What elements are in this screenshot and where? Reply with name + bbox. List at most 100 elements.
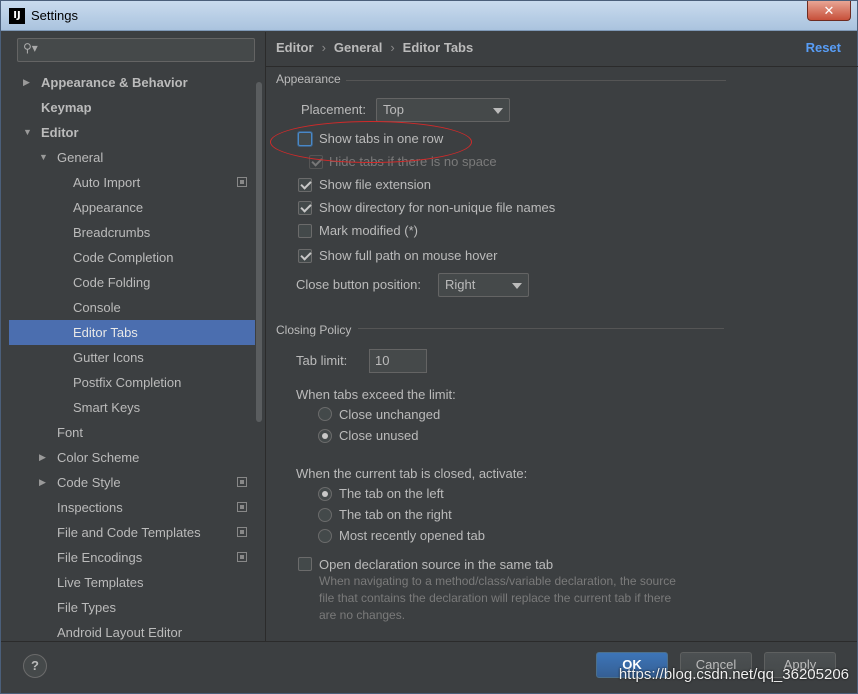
sidebar-item-code-style[interactable]: ▶ Code Style	[9, 470, 263, 495]
tab-limit-label: Tab limit:	[296, 353, 348, 368]
chevron-down-icon	[493, 108, 503, 114]
sidebar-item-auto-import[interactable]: Auto Import	[9, 170, 263, 195]
sidebar-item-label: File Encodings	[57, 550, 143, 565]
appearance-group-title: Appearance	[276, 72, 341, 86]
open-declaration-checkbox[interactable]	[298, 557, 312, 571]
header-divider	[266, 66, 858, 67]
watermark-text: https://blog.csdn.net/qq_36205206	[618, 666, 849, 683]
sidebar-item-postfix-completion[interactable]: Postfix Completion	[9, 370, 263, 395]
chevron-down-icon[interactable]: ▼	[39, 145, 48, 170]
sidebar-item-font[interactable]: Font	[9, 420, 263, 445]
breadcrumb-separator: ›	[390, 40, 395, 55]
mark-modified-label[interactable]: Mark modified (*)	[319, 223, 418, 238]
most-recent-tab-radio[interactable]	[318, 529, 332, 543]
sidebar-item-general[interactable]: ▼ General	[9, 145, 263, 170]
breadcrumb-general: General	[333, 40, 383, 55]
group-divider	[358, 328, 724, 329]
sidebar-item-label: Appearance	[73, 200, 144, 215]
close-unchanged-radio[interactable]	[318, 407, 332, 421]
sidebar-item-label: Code Completion	[73, 250, 174, 265]
show-full-path-label[interactable]: Show full path on mouse hover	[319, 248, 498, 263]
reset-link[interactable]: Reset	[806, 40, 841, 55]
sidebar-item-label: Android Layout Editor	[57, 625, 183, 640]
breadcrumb-editor: Editor	[276, 40, 314, 55]
close-button-position-dropdown[interactable]: Right	[438, 273, 529, 297]
most-recent-tab-label[interactable]: Most recently opened tab	[339, 528, 485, 543]
scrollbar-thumb[interactable]	[256, 82, 262, 422]
show-directory-checkbox[interactable]	[298, 201, 312, 215]
show-full-path-checkbox[interactable]	[298, 249, 312, 263]
sidebar-item-label: Code Folding	[73, 275, 151, 290]
show-file-extension-label[interactable]: Show file extension	[319, 177, 431, 192]
description-line: When navigating to a method/class/variab…	[319, 574, 676, 588]
chevron-down-icon[interactable]: ▼	[23, 120, 32, 145]
close-unused-radio[interactable]	[318, 429, 332, 443]
window-title: Settings	[31, 8, 78, 23]
sidebar-item-inspections[interactable]: Inspections	[9, 495, 263, 520]
close-unused-label[interactable]: Close unused	[339, 428, 419, 443]
sidebar-item-code-folding[interactable]: Code Folding	[9, 270, 263, 295]
sidebar-item-editor-tabs[interactable]: Editor Tabs	[9, 320, 263, 345]
chevron-right-icon[interactable]: ▶	[39, 470, 46, 495]
sidebar-item-label: Appearance & Behavior	[41, 75, 188, 90]
sidebar-item-editor[interactable]: ▼ Editor	[9, 120, 263, 145]
sidebar-item-label: Keymap	[41, 100, 92, 115]
sidebar-item-label: General	[57, 150, 104, 165]
title-bar: IJ Settings ✕	[1, 1, 857, 31]
sidebar-item-label: Auto Import	[73, 175, 141, 190]
sidebar-item-color-scheme[interactable]: ▶ Color Scheme	[9, 445, 263, 470]
show-file-extension-checkbox[interactable]	[298, 178, 312, 192]
sidebar-scrollbar[interactable]	[255, 32, 263, 641]
chevron-right-icon[interactable]: ▶	[39, 445, 46, 470]
sidebar-item-breadcrumbs[interactable]: Breadcrumbs	[9, 220, 263, 245]
placement-dropdown[interactable]: Top	[376, 98, 510, 122]
project-scope-icon	[237, 477, 247, 487]
tab-on-right-radio[interactable]	[318, 508, 332, 522]
open-declaration-label[interactable]: Open declaration source in the same tab	[319, 557, 553, 572]
sidebar-item-label: Inspections	[57, 500, 123, 515]
close-unchanged-label[interactable]: Close unchanged	[339, 407, 440, 422]
dialog-button-bar: ? OK Cancel Apply https://blog.csdn.net/…	[1, 641, 857, 693]
description-line: file that contains the declaration will …	[319, 591, 672, 605]
sidebar-item-appearance-behavior[interactable]: ▶ Appearance & Behavior	[9, 70, 263, 95]
sidebar-item-console[interactable]: Console	[9, 295, 263, 320]
sidebar-item-label: Editor	[41, 125, 79, 140]
sidebar-item-keymap[interactable]: Keymap	[9, 95, 263, 120]
sidebar-item-smart-keys[interactable]: Smart Keys	[9, 395, 263, 420]
group-divider	[346, 80, 726, 81]
placement-label: Placement:	[301, 102, 367, 117]
sidebar-item-live-templates[interactable]: Live Templates	[9, 570, 263, 595]
sidebar-item-code-completion[interactable]: Code Completion	[9, 245, 263, 270]
breadcrumb: Editor › General › Editor Tabs	[276, 40, 473, 55]
activate-on-close-label: When the current tab is closed, activate…	[296, 466, 528, 481]
sidebar-item-label: Console	[73, 300, 121, 315]
sidebar-item-gutter-icons[interactable]: Gutter Icons	[9, 345, 263, 370]
chevron-right-icon[interactable]: ▶	[23, 70, 30, 95]
sidebar-item-label: Code Style	[57, 475, 121, 490]
help-button[interactable]: ?	[23, 654, 47, 678]
sidebar-item-file-types[interactable]: File Types	[9, 595, 263, 620]
settings-sidebar: ⚲▾ ▶ Appearance & Behavior Keymap ▼ Editor ▼ G…	[9, 32, 263, 641]
sidebar-item-appearance[interactable]: Appearance	[9, 195, 263, 220]
sidebar-item-file-and-code-templates[interactable]: File and Code Templates	[9, 520, 263, 545]
search-icon: ⚲▾	[23, 41, 38, 55]
sidebar-item-label: File Types	[57, 600, 117, 615]
tab-limit-input[interactable]: 10	[369, 349, 427, 373]
sidebar-item-label: Breadcrumbs	[73, 225, 151, 240]
sidebar-item-file-encodings[interactable]: File Encodings	[9, 545, 263, 570]
settings-search-input[interactable]: ⚲▾	[17, 38, 255, 62]
sidebar-item-label: Live Templates	[57, 575, 144, 590]
sidebar-item-label: Gutter Icons	[73, 350, 144, 365]
show-directory-label[interactable]: Show directory for non-unique file names	[319, 200, 555, 215]
intellij-app-icon: IJ	[9, 8, 25, 24]
tab-on-left-label[interactable]: The tab on the left	[339, 486, 444, 501]
window-close-button[interactable]: ✕	[807, 1, 851, 21]
chevron-down-icon	[512, 283, 522, 289]
mark-modified-checkbox[interactable]	[298, 224, 312, 238]
description-line: are no changes.	[319, 608, 406, 622]
project-scope-icon	[237, 552, 247, 562]
tab-on-left-radio[interactable]	[318, 487, 332, 501]
sidebar-item-label: Font	[57, 425, 84, 440]
sidebar-item-android-layout-editor[interactable]: Android Layout Editor	[9, 620, 263, 641]
tab-on-right-label[interactable]: The tab on the right	[339, 507, 452, 522]
